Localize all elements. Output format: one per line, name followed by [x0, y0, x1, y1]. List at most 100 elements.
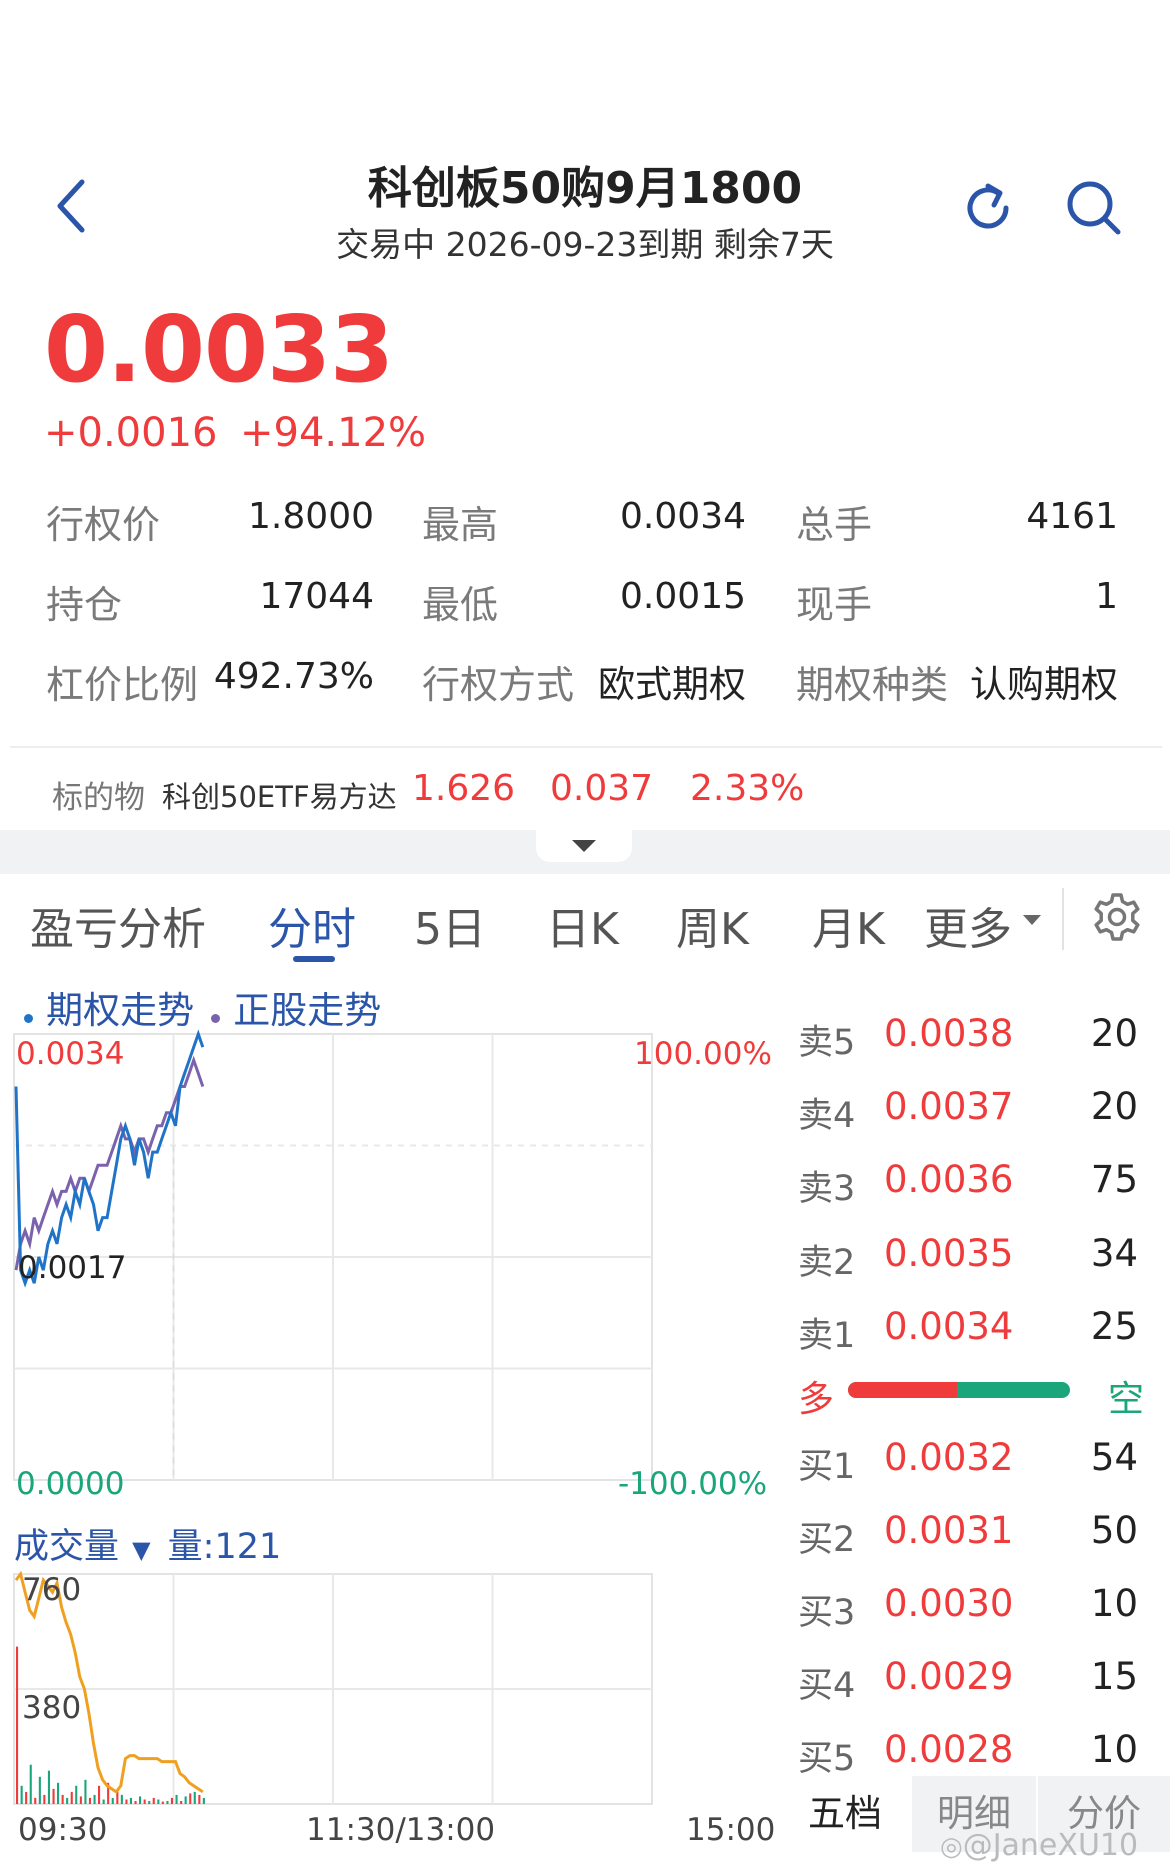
volume-bar: [198, 1794, 201, 1804]
stat-value: 0.0015: [620, 576, 746, 617]
bid-label: 买1: [798, 1447, 856, 1487]
stat-label: 期权种类: [796, 663, 949, 707]
volume-bar: [47, 1770, 50, 1804]
price-change: +0.0016: [44, 410, 218, 456]
ask-qty: 20: [1090, 1085, 1138, 1128]
y-tick-right-low: -100.00%: [618, 1466, 768, 1502]
stat-label: 最低: [422, 583, 499, 627]
volume-bar: [66, 1797, 69, 1804]
tab-monthly-k[interactable]: 月K: [812, 893, 885, 957]
series-line-stock: [14, 1055, 205, 1271]
volume-y-tick: 380: [22, 1690, 82, 1726]
bid-label: 买2: [798, 1520, 856, 1560]
ask-price[interactable]: 0.0035: [884, 1232, 1013, 1275]
ask-price[interactable]: 0.0038: [884, 1012, 1013, 1055]
y-tick-high: 0.0034: [16, 1036, 125, 1072]
volume-bar: [152, 1797, 155, 1804]
volume-chart[interactable]: [0, 1564, 790, 1808]
bid-price[interactable]: 0.0031: [884, 1509, 1013, 1552]
volume-bar: [61, 1794, 64, 1804]
stat-label: 持仓: [46, 583, 123, 627]
volume-bar: [170, 1797, 173, 1804]
ask-label: 卖1: [798, 1316, 856, 1356]
volume-bar: [29, 1764, 32, 1804]
y-tick-low: 0.0000: [16, 1466, 125, 1502]
volume-bar: [143, 1799, 146, 1804]
stat-label: 现手: [796, 583, 873, 627]
ask-label: 卖4: [798, 1096, 856, 1136]
stat-label: 总手: [796, 503, 873, 547]
refresh-icon[interactable]: [958, 178, 1018, 238]
ask-price[interactable]: 0.0034: [884, 1305, 1013, 1348]
volume-bar: [93, 1794, 96, 1804]
volume-amount: 量:121: [167, 1527, 282, 1567]
volume-bar: [139, 1796, 142, 1804]
tab-intraday[interactable]: 分时: [268, 893, 356, 957]
x-tick-midday: 11:30/13:00: [306, 1812, 496, 1848]
ask-price[interactable]: 0.0037: [884, 1085, 1013, 1128]
watermark: ◎@JaneXU10: [940, 1828, 1138, 1863]
volume-bar: [16, 1646, 19, 1804]
chevron-down-icon[interactable]: [570, 838, 598, 854]
volume-bar: [52, 1788, 55, 1804]
ask-label: 卖5: [798, 1023, 856, 1063]
volume-header[interactable]: 成交量 ▼ 量:121: [14, 1518, 281, 1569]
volume-bar: [84, 1779, 87, 1804]
stat-label: 杠价比例: [46, 663, 199, 707]
underlying-change: 0.037: [550, 768, 654, 809]
stat-value: 1.8000: [248, 496, 374, 537]
volume-bar: [148, 1801, 151, 1804]
volume-bar: [161, 1801, 164, 1804]
active-tab-indicator: [293, 956, 335, 962]
ask-qty: 20: [1090, 1012, 1138, 1055]
volume-bar: [57, 1782, 60, 1804]
dropdown-caret-icon[interactable]: [1022, 914, 1042, 926]
settings-gear-icon[interactable]: [1092, 892, 1142, 942]
volume-label: 成交量: [14, 1527, 120, 1567]
long-short-ratio-bar: [848, 1382, 1070, 1398]
search-icon[interactable]: [1062, 176, 1126, 240]
ask-price[interactable]: 0.0036: [884, 1158, 1013, 1201]
bid-price[interactable]: 0.0029: [884, 1655, 1013, 1698]
divider: [1062, 888, 1064, 950]
volume-bar: [193, 1791, 196, 1804]
tab-more[interactable]: 更多: [924, 893, 1012, 957]
tab-weekly-k[interactable]: 周K: [676, 893, 749, 957]
volume-bar: [43, 1794, 46, 1804]
underlying-price: 1.626: [412, 768, 516, 809]
y-tick-right-high: 100.00%: [634, 1036, 772, 1072]
short-label: 空: [1108, 1379, 1145, 1420]
tab-pnl-analysis[interactable]: 盈亏分析: [30, 893, 206, 957]
tab-five-levels[interactable]: 五档: [780, 1776, 910, 1852]
bid-label: 买3: [798, 1593, 856, 1633]
stat-value: 欧式期权: [598, 663, 746, 706]
y-tick-mid: 0.0017: [18, 1250, 127, 1286]
volume-bar: [88, 1797, 91, 1804]
bid-price[interactable]: 0.0028: [884, 1728, 1013, 1771]
volume-bar: [34, 1797, 37, 1804]
volume-bar: [75, 1785, 78, 1804]
underlying-row[interactable]: 标的物 科创50ETF易方达 1.626 0.037 2.33%: [0, 760, 1170, 828]
stat-value: 17044: [259, 576, 374, 617]
bid-label: 买4: [798, 1666, 856, 1706]
long-label: 多: [798, 1379, 835, 1420]
ask-qty: 25: [1090, 1305, 1138, 1348]
price-change-percent: +94.12%: [240, 410, 427, 456]
caret-down-icon[interactable]: ▼: [132, 1536, 150, 1564]
bid-label: 买5: [798, 1739, 856, 1779]
bid-qty: 10: [1090, 1728, 1138, 1771]
ask-label: 卖2: [798, 1243, 856, 1283]
bid-price[interactable]: 0.0032: [884, 1436, 1013, 1479]
stock-series-dot: [211, 1014, 221, 1023]
volume-bar: [98, 1785, 101, 1804]
tab-daily-k[interactable]: 日K: [546, 893, 619, 957]
tab-5day[interactable]: 5日: [414, 893, 486, 957]
ask-qty: 75: [1090, 1158, 1138, 1201]
bid-qty: 15: [1090, 1655, 1138, 1698]
volume-bar: [189, 1793, 192, 1804]
volume-bar: [70, 1791, 73, 1804]
stat-value: 认购期权: [970, 663, 1118, 706]
bid-qty: 50: [1090, 1509, 1138, 1552]
volume-bar: [79, 1796, 82, 1804]
bid-price[interactable]: 0.0030: [884, 1582, 1013, 1625]
